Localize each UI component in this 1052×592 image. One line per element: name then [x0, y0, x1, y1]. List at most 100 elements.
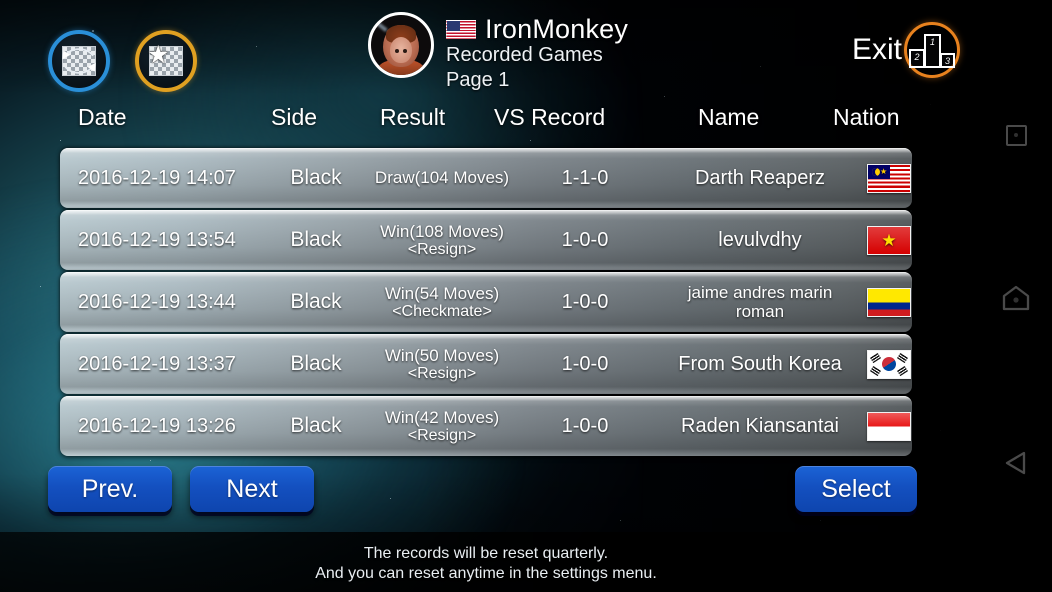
home-glyph: [1002, 285, 1030, 311]
my-flag-icon: ★: [867, 163, 911, 193]
flag-star: ★: [881, 230, 897, 250]
cell-side-primary: Black: [290, 166, 342, 190]
cell-side: Black: [268, 148, 364, 208]
cell-side: Black: [268, 396, 364, 456]
cell-side: Black: [268, 272, 364, 332]
podium-first: 1: [924, 34, 941, 68]
favorite-board-icon[interactable]: ★: [135, 30, 197, 92]
cell-side-primary: Black: [290, 290, 342, 314]
cell-vs-record: 1-1-0: [520, 148, 650, 208]
cell-date-primary: 2016-12-19 13:26: [78, 414, 236, 437]
id-flag-icon: [867, 411, 911, 441]
column-header-result: Result: [380, 104, 446, 130]
table-row[interactable]: 2016-12-19 13:26 Black Win(42 Moves) <Resig…: [60, 396, 912, 456]
kr-flag-icon: [867, 349, 911, 379]
column-header-nation: Nation: [833, 104, 900, 130]
recorded-games-list: 2016-12-19 14:07 Black Draw(104 Moves) 1-1-…: [60, 148, 912, 458]
cell-vs-record: 1-0-0: [520, 272, 650, 332]
cell-date-primary: 2016-12-19 14:07: [78, 166, 236, 189]
cell-nation: [866, 272, 912, 332]
cell-date: 2016-12-19 14:07: [72, 148, 262, 208]
cell-nation: ★: [866, 148, 912, 208]
us-flag-canton: [447, 20, 460, 31]
cell-date: 2016-12-19 13:44: [72, 272, 262, 332]
flag-trigram: [897, 365, 908, 376]
cell-result-primary: Win(108 Moves): [380, 221, 504, 241]
home-icon[interactable]: [999, 281, 1033, 315]
column-header-side: Side: [271, 104, 318, 130]
prev-page-button[interactable]: Prev.: [48, 466, 172, 512]
star-icon: ★: [147, 41, 170, 69]
exit-button[interactable]: Exit 2 1 3: [852, 22, 960, 78]
cell-date: 2016-12-19 13:54: [72, 210, 262, 270]
recents-icon[interactable]: [999, 118, 1033, 152]
podium-third: 3: [940, 53, 955, 68]
cell-side-primary: Black: [290, 352, 342, 376]
cell-result: Win(50 Moves) <Resign>: [368, 334, 516, 394]
table-row[interactable]: 2016-12-19 13:37 Black Win(50 Moves) <Resig…: [60, 334, 912, 394]
avatar-light-streak: [371, 15, 388, 32]
cell-side-primary: Black: [290, 414, 342, 438]
flag-crescent: [872, 167, 880, 176]
cell-vs-record: 1-0-0: [520, 396, 650, 456]
cell-result-secondary: <Checkmate>: [392, 302, 492, 320]
cell-name-primary: Raden Kiansantai: [681, 414, 839, 437]
cell-result-primary: Win(50 Moves): [384, 345, 500, 365]
podium-icon: 2 1 3: [904, 22, 960, 78]
cell-vs-record-primary: 1-1-0: [561, 166, 609, 189]
app-screen: ★ IronMonkey Recorded Games Page 1 Exit: [0, 0, 1052, 592]
cell-nation: [866, 334, 912, 394]
cell-result-primary: Win(54 Moves): [384, 283, 500, 303]
cell-side: Black: [268, 210, 364, 270]
table-row[interactable]: 2016-12-19 13:54 Black Win(108 Moves) <Resi…: [60, 210, 912, 270]
cell-result: Draw(104 Moves): [368, 148, 516, 208]
cell-result: Win(54 Moves) <Checkmate>: [368, 272, 516, 332]
flag-taeguk: [879, 354, 899, 374]
cell-side-primary: Black: [290, 228, 342, 252]
flag-trigram: [870, 365, 881, 376]
page-title: Recorded Games: [446, 44, 603, 67]
cell-name: Raden Kiansantai: [654, 396, 866, 456]
cell-name-primary: jaime andres marin: [687, 282, 833, 302]
flag-star: ★: [880, 167, 888, 176]
checkerboard-glyph: [62, 46, 96, 76]
cell-name-primary: From South Korea: [678, 352, 842, 375]
cell-result-primary: Win(42 Moves): [384, 407, 500, 427]
cell-name: From South Korea: [654, 334, 866, 394]
cell-date-primary: 2016-12-19 13:37: [78, 352, 236, 375]
cell-result-secondary: <Resign>: [407, 240, 477, 258]
cell-result-primary: Draw(104 Moves): [374, 168, 510, 188]
cell-nation: ★: [866, 210, 912, 270]
cell-date-primary: 2016-12-19 13:54: [78, 228, 236, 251]
cell-date: 2016-12-19 13:26: [72, 396, 262, 456]
select-button[interactable]: Select: [795, 466, 917, 512]
android-navigation-bar: [980, 0, 1052, 592]
table-row[interactable]: 2016-12-19 14:07 Black Draw(104 Moves) 1-1-…: [60, 148, 912, 208]
cell-vs-record: 1-0-0: [520, 210, 650, 270]
avatar-face: [390, 36, 412, 63]
recents-square-glyph: [1005, 124, 1027, 146]
cell-result: Win(108 Moves) <Resign>: [368, 210, 516, 270]
cell-date: 2016-12-19 13:37: [72, 334, 262, 394]
cell-date-primary: 2016-12-19 13:44: [78, 290, 236, 313]
cell-name-secondary: roman: [735, 302, 785, 321]
cell-vs-record-primary: 1-0-0: [561, 352, 609, 375]
footer-note: The records will be reset quarterly. And…: [0, 544, 972, 584]
cell-nation: [866, 396, 912, 456]
cell-result-secondary: <Resign>: [407, 364, 477, 382]
column-header-date: Date: [78, 104, 127, 130]
next-page-button[interactable]: Next: [190, 466, 314, 512]
back-icon[interactable]: [999, 446, 1033, 480]
cell-side: Black: [268, 334, 364, 394]
cell-name-primary: levulvdhy: [718, 228, 802, 251]
avatar-eye-right: [402, 48, 407, 53]
avatar[interactable]: [368, 12, 434, 78]
username: IronMonkey: [485, 14, 629, 44]
column-header-name: Name: [698, 104, 760, 130]
cell-result: Win(42 Moves) <Resign>: [368, 396, 516, 456]
cell-vs-record-primary: 1-0-0: [561, 414, 609, 437]
board-flip-icon[interactable]: [48, 30, 110, 92]
cell-name: levulvdhy: [654, 210, 866, 270]
table-row[interactable]: 2016-12-19 13:44 Black Win(54 Moves) <Check…: [60, 272, 912, 332]
vn-flag-icon: ★: [867, 225, 911, 255]
